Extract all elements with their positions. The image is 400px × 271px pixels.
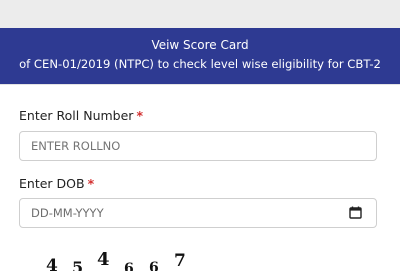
dob-label: Enter DOB * xyxy=(19,176,94,192)
calendar-icon[interactable] xyxy=(349,206,362,219)
dob-input[interactable]: DD-MM-YYYY xyxy=(19,198,377,228)
banner-title: Veiw Score Card xyxy=(151,38,249,52)
top-bar xyxy=(0,0,400,28)
captcha-image: 4 5 4 6 6 7 xyxy=(40,249,240,271)
required-marker: * xyxy=(136,108,143,123)
captcha-char: 6 xyxy=(124,261,134,271)
captcha-char: 4 xyxy=(46,256,58,271)
dob-label-text: Enter DOB xyxy=(19,176,85,191)
roll-number-label-text: Enter Roll Number xyxy=(19,108,134,123)
score-card-banner: Veiw Score Card of CEN-01/2019 (NTPC) to… xyxy=(0,28,400,84)
captcha-char: 5 xyxy=(72,258,84,271)
roll-number-input[interactable] xyxy=(19,131,377,161)
dob-placeholder: DD-MM-YYYY xyxy=(31,206,104,220)
captcha-char: 4 xyxy=(97,249,110,270)
banner-subtitle: of CEN-01/2019 (NTPC) to check level wis… xyxy=(19,57,381,71)
score-card-form: Enter Roll Number* Enter DOB* DD-MM-YYYY… xyxy=(0,84,400,271)
roll-number-label: Enter Roll Number * xyxy=(19,108,143,124)
required-marker: * xyxy=(87,176,95,191)
captcha-char: 7 xyxy=(174,251,186,271)
